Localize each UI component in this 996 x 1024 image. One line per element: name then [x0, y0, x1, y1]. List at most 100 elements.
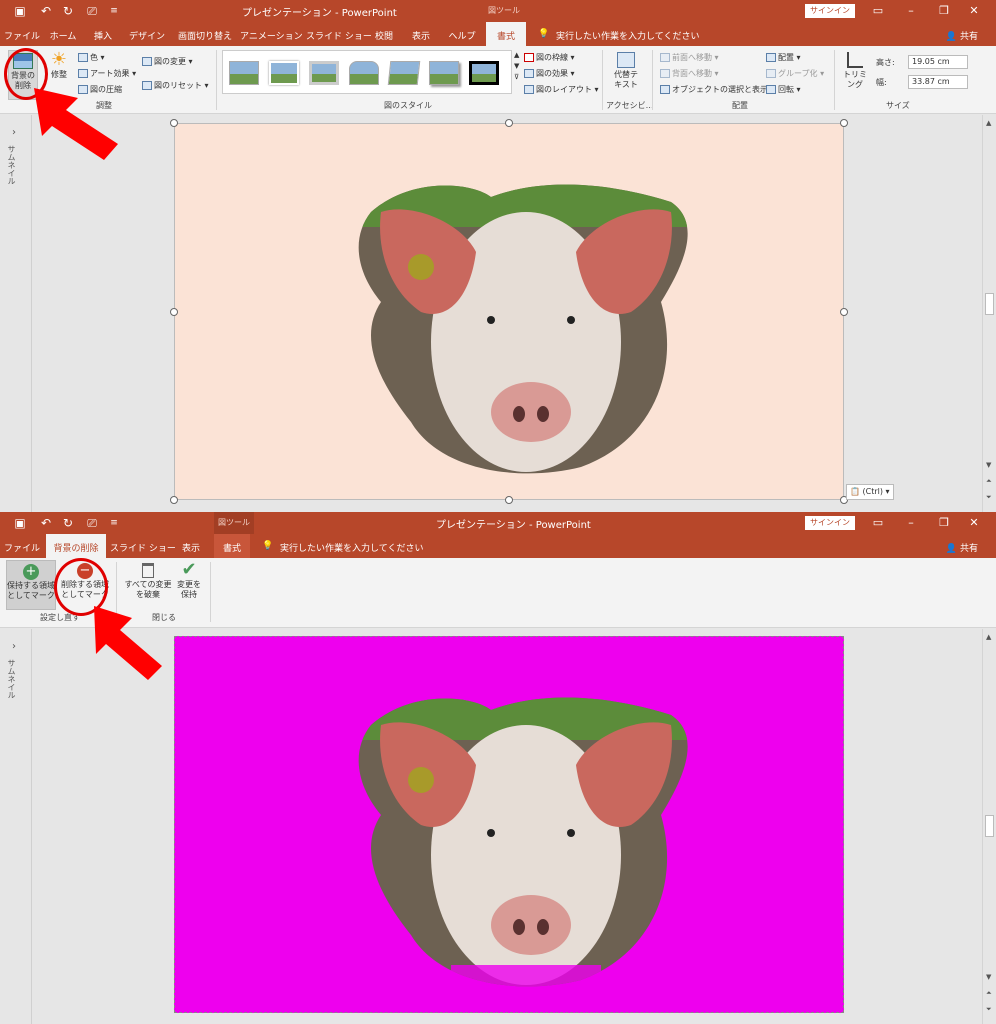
tab-animations[interactable]: アニメーション	[240, 22, 303, 46]
prev-slide-icon[interactable]: ⏶	[986, 989, 992, 998]
resize-handle[interactable]	[170, 119, 178, 127]
scroll-up-icon[interactable]: ▲	[986, 119, 991, 127]
close-icon[interactable]: ✕	[966, 515, 982, 531]
style-thumb-3[interactable]	[309, 61, 339, 85]
selection-pane-button[interactable]: オブジェクトの選択と表示	[660, 84, 768, 95]
tell-me-search[interactable]: 実行したい作業を入力してください	[280, 541, 423, 554]
tab-insert[interactable]: 挿入	[86, 22, 120, 46]
group-label-size: サイズ	[886, 101, 910, 110]
expand-thumbnails-icon[interactable]: ›	[12, 127, 16, 138]
keep-changes-button[interactable]: ✔ 変更を 保持	[174, 560, 204, 610]
color-button[interactable]: 色 ▾	[78, 52, 105, 63]
tab-remove-background[interactable]: 背景の削除	[46, 534, 106, 558]
start-from-beginning-icon[interactable]: ⎚	[84, 515, 100, 531]
prev-slide-icon[interactable]: ⏶	[986, 477, 992, 486]
height-input[interactable]: 19.05 cm	[908, 55, 968, 69]
bring-forward-button[interactable]: 前面へ移動 ▾	[660, 52, 719, 63]
tab-slideshow[interactable]: スライド ショー	[306, 22, 372, 46]
resize-handle[interactable]	[170, 308, 178, 316]
send-backward-button[interactable]: 背面へ移動 ▾	[660, 68, 719, 79]
share-button[interactable]: 👤 共有	[946, 29, 978, 42]
send-backward-label: 背面へ移動	[672, 69, 712, 78]
close-icon[interactable]: ✕	[966, 3, 982, 19]
align-button[interactable]: 配置 ▾	[766, 52, 801, 63]
tab-home[interactable]: ホーム	[44, 22, 82, 46]
style-thumb-2[interactable]	[269, 61, 299, 85]
resize-handle[interactable]	[840, 308, 848, 316]
tab-review[interactable]: 校閲	[368, 22, 400, 46]
artistic-effects-button[interactable]: アート効果 ▾	[78, 68, 136, 79]
resize-handle[interactable]	[840, 119, 848, 127]
tab-slideshow[interactable]: スライド ショー	[110, 534, 176, 558]
minimize-icon[interactable]: –	[903, 3, 919, 19]
tab-view[interactable]: 表示	[174, 534, 208, 558]
next-slide-icon[interactable]: ⏷	[986, 1005, 992, 1014]
save-icon[interactable]: ▣	[12, 3, 28, 19]
slide-canvas-bg-removal[interactable]	[174, 636, 844, 1013]
tab-format[interactable]: 書式	[214, 534, 250, 558]
group-objects-button[interactable]: グループ化 ▾	[766, 68, 824, 79]
scroll-thumb[interactable]	[985, 815, 994, 837]
ribbon-display-icon[interactable]: ▭	[870, 515, 886, 531]
style-thumb-1[interactable]	[229, 61, 259, 85]
change-picture-button[interactable]: 図の変更 ▾	[142, 56, 193, 67]
restore-icon[interactable]: ❐	[936, 515, 952, 531]
undo-icon[interactable]: ↶	[38, 3, 54, 19]
next-slide-icon[interactable]: ⏷	[986, 493, 992, 502]
scroll-down-icon[interactable]: ▼	[986, 973, 991, 981]
signin-button[interactable]: サインイン	[805, 4, 855, 18]
vertical-scrollbar[interactable]: ▲ ▼ ⏶ ⏷	[982, 115, 996, 512]
restore-icon[interactable]: ❐	[936, 3, 952, 19]
minimize-icon[interactable]: –	[903, 515, 919, 531]
send-backward-icon	[660, 69, 670, 78]
resize-handle[interactable]	[505, 496, 513, 504]
undo-icon[interactable]: ↶	[38, 515, 54, 531]
save-icon[interactable]: ▣	[12, 515, 28, 531]
style-thumb-6[interactable]	[429, 61, 459, 85]
mark-areas-to-keep-button[interactable]: + 保持する領域 としてマーク	[6, 560, 56, 610]
paste-options-button[interactable]: 📋 (Ctrl) ▾	[846, 484, 894, 500]
tab-format[interactable]: 書式	[486, 22, 526, 46]
slide-canvas[interactable]	[170, 119, 848, 504]
picture-layout-button[interactable]: 図のレイアウト ▾	[524, 84, 599, 95]
start-from-beginning-icon[interactable]: ⎚	[84, 3, 100, 19]
reset-picture-button[interactable]: 図のリセット ▾	[142, 80, 209, 91]
height-label: 高さ:	[876, 58, 895, 67]
gallery-scroll-icon[interactable]: ▲ ▼ ⊽	[514, 50, 519, 83]
tab-view[interactable]: 表示	[404, 22, 438, 46]
alt-text-button[interactable]: 代替テ キスト	[608, 50, 644, 100]
tell-me-search[interactable]: 実行したい作業を入力してください	[556, 29, 699, 42]
picture-effects-button[interactable]: 図の効果 ▾	[524, 68, 575, 79]
picture-border-button[interactable]: 図の枠線 ▾	[524, 52, 575, 63]
tab-transitions[interactable]: 画面切り替え	[174, 22, 236, 46]
resize-handle[interactable]	[170, 496, 178, 504]
tab-design[interactable]: デザイン	[124, 22, 170, 46]
scroll-down-icon[interactable]: ▼	[986, 461, 991, 469]
quick-access-dropdown-icon[interactable]: ≡	[106, 3, 122, 19]
tab-help[interactable]: ヘルプ	[442, 22, 482, 46]
quick-access-dropdown-icon[interactable]: ≡	[106, 515, 122, 531]
redo-icon[interactable]: ↻	[60, 3, 76, 19]
share-button[interactable]: 👤 共有	[946, 541, 978, 554]
width-input[interactable]: 33.87 cm	[908, 75, 968, 89]
pig-picture[interactable]	[351, 695, 696, 987]
signin-button[interactable]: サインイン	[805, 516, 855, 530]
scroll-up-icon[interactable]: ▲	[986, 633, 991, 641]
style-thumb-5[interactable]	[387, 61, 421, 85]
group-objects-icon	[766, 69, 776, 78]
vertical-scrollbar[interactable]: ▲ ▼ ⏶ ⏷	[982, 629, 996, 1024]
rotate-button[interactable]: 回転 ▾	[766, 84, 801, 95]
style-thumb-7[interactable]	[469, 61, 499, 85]
tab-file[interactable]: ファイル	[4, 534, 40, 558]
redo-icon[interactable]: ↻	[60, 515, 76, 531]
resize-handle[interactable]	[505, 119, 513, 127]
pig-picture[interactable]	[351, 182, 696, 474]
style-thumb-4[interactable]	[349, 61, 379, 85]
red-arrow	[34, 88, 118, 160]
scroll-thumb[interactable]	[985, 293, 994, 315]
ribbon-display-icon[interactable]: ▭	[870, 3, 886, 19]
picture-styles-gallery[interactable]	[222, 50, 512, 94]
tab-file[interactable]: ファイル	[4, 22, 40, 46]
crop-button[interactable]: トリミング	[840, 50, 870, 100]
expand-thumbnails-icon[interactable]: ›	[12, 641, 16, 652]
